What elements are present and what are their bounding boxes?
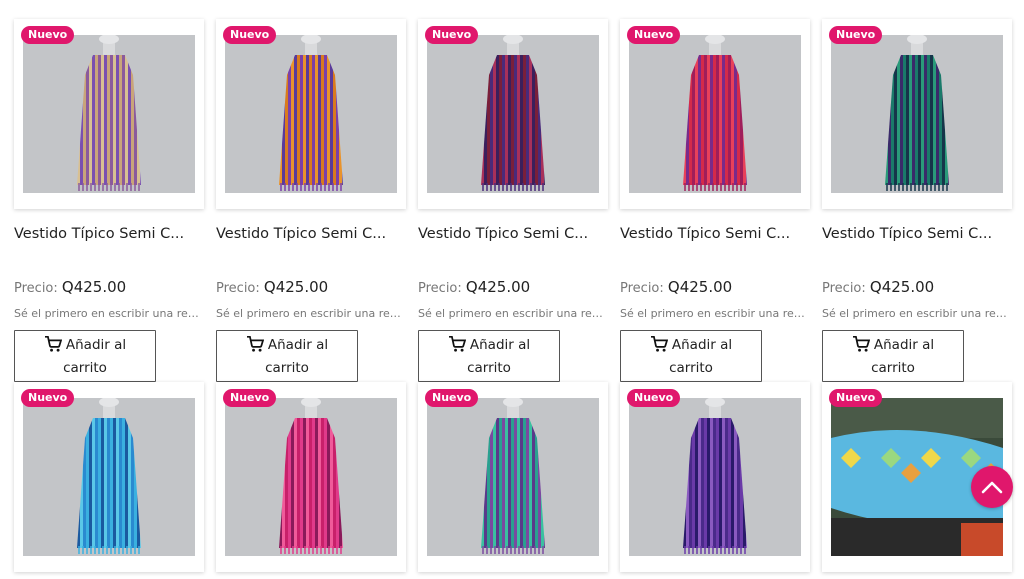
- product-card[interactable]: Nuevo: [14, 382, 204, 572]
- new-badge: Nuevo: [21, 389, 75, 407]
- new-badge: Nuevo: [223, 389, 277, 407]
- cart-icon: [448, 335, 467, 358]
- add-to-cart-button[interactable]: Añadir al carrito: [216, 330, 358, 382]
- product-image[interactable]: Nuevo: [620, 19, 810, 209]
- product-image[interactable]: Nuevo: [216, 382, 406, 572]
- cart-icon: [852, 335, 871, 358]
- price-label: Precio:: [620, 281, 664, 296]
- product-image[interactable]: Nuevo: [418, 382, 608, 572]
- dress-image: [481, 35, 545, 191]
- product-card[interactable]: Nuevo Vestido Típico Semi C... Precio: Q…: [216, 19, 406, 382]
- review-prompt[interactable]: Sé el primero en escribir una res...: [620, 307, 808, 320]
- new-badge: Nuevo: [425, 389, 479, 407]
- new-badge: Nuevo: [829, 26, 883, 44]
- dress-image: [683, 35, 747, 191]
- add-to-cart-label: Añadir al carrito: [871, 336, 935, 376]
- product-price: Precio: Q425.00: [620, 278, 732, 296]
- product-price: Precio: Q425.00: [216, 278, 328, 296]
- add-to-cart-button[interactable]: Añadir al carrito: [14, 330, 156, 382]
- product-card[interactable]: Nuevo: [620, 382, 810, 572]
- add-to-cart-label: Añadir al carrito: [63, 336, 127, 376]
- new-badge: Nuevo: [21, 26, 75, 44]
- product-price: Precio: Q425.00: [822, 278, 934, 296]
- product-card[interactable]: Nuevo Vestido Típico Semi C... Precio: Q…: [14, 19, 204, 382]
- new-badge: Nuevo: [829, 389, 883, 407]
- price-amount: Q425.00: [465, 278, 531, 296]
- product-image[interactable]: Nuevo: [822, 19, 1012, 209]
- new-badge: Nuevo: [627, 26, 681, 44]
- new-badge: Nuevo: [223, 26, 277, 44]
- chevron-up-icon: [981, 481, 1003, 494]
- product-card[interactable]: Nuevo Vestido Típico Semi C... Precio: Q…: [620, 19, 810, 382]
- product-image[interactable]: Nuevo: [620, 382, 810, 572]
- add-to-cart-button[interactable]: Añadir al carrito: [822, 330, 964, 382]
- product-title[interactable]: Vestido Típico Semi C...: [822, 226, 1010, 242]
- product-card[interactable]: Nuevo: [418, 382, 608, 572]
- product-title[interactable]: Vestido Típico Semi C...: [620, 226, 808, 242]
- add-to-cart-button[interactable]: Añadir al carrito: [620, 330, 762, 382]
- cart-icon: [44, 335, 63, 358]
- cart-icon: [650, 335, 669, 358]
- price-amount: Q425.00: [667, 278, 733, 296]
- add-to-cart-label: Añadir al carrito: [467, 336, 531, 376]
- price-amount: Q425.00: [869, 278, 935, 296]
- product-price: Precio: Q425.00: [14, 278, 126, 296]
- dress-image: [77, 398, 141, 554]
- review-prompt[interactable]: Sé el primero en escribir una res...: [14, 307, 202, 320]
- product-image[interactable]: Nuevo: [14, 19, 204, 209]
- dress-image: [683, 398, 747, 554]
- product-image[interactable]: Nuevo: [418, 19, 608, 209]
- price-label: Precio:: [216, 281, 260, 296]
- add-to-cart-button[interactable]: Añadir al carrito: [418, 330, 560, 382]
- new-badge: Nuevo: [627, 389, 681, 407]
- product-image[interactable]: Nuevo: [14, 382, 204, 572]
- product-price: Precio: Q425.00: [418, 278, 530, 296]
- dress-image: [77, 35, 141, 191]
- cart-icon: [246, 335, 265, 358]
- review-prompt[interactable]: Sé el primero en escribir una res...: [216, 307, 404, 320]
- price-label: Precio:: [822, 281, 866, 296]
- add-to-cart-label: Añadir al carrito: [265, 336, 329, 376]
- scroll-to-top-button[interactable]: [971, 466, 1013, 508]
- dress-image: [279, 398, 343, 554]
- product-card[interactable]: Nuevo Vestido Típico Semi C... Precio: Q…: [418, 19, 608, 382]
- add-to-cart-label: Añadir al carrito: [669, 336, 733, 376]
- product-title[interactable]: Vestido Típico Semi C...: [14, 226, 202, 242]
- product-card[interactable]: Nuevo Vestido Típico Semi C... Precio: Q…: [822, 19, 1012, 382]
- price-label: Precio:: [14, 281, 58, 296]
- product-image[interactable]: Nuevo: [216, 19, 406, 209]
- product-card[interactable]: Nuevo: [216, 382, 406, 572]
- review-prompt[interactable]: Sé el primero en escribir una res...: [418, 307, 606, 320]
- review-prompt[interactable]: Sé el primero en escribir una res...: [822, 307, 1010, 320]
- dress-image: [481, 398, 545, 554]
- price-amount: Q425.00: [61, 278, 127, 296]
- price-amount: Q425.00: [263, 278, 329, 296]
- new-badge: Nuevo: [425, 26, 479, 44]
- product-title[interactable]: Vestido Típico Semi C...: [216, 226, 404, 242]
- dress-image: [279, 35, 343, 191]
- dress-image: [885, 35, 949, 191]
- product-title[interactable]: Vestido Típico Semi C...: [418, 226, 606, 242]
- price-label: Precio:: [418, 281, 462, 296]
